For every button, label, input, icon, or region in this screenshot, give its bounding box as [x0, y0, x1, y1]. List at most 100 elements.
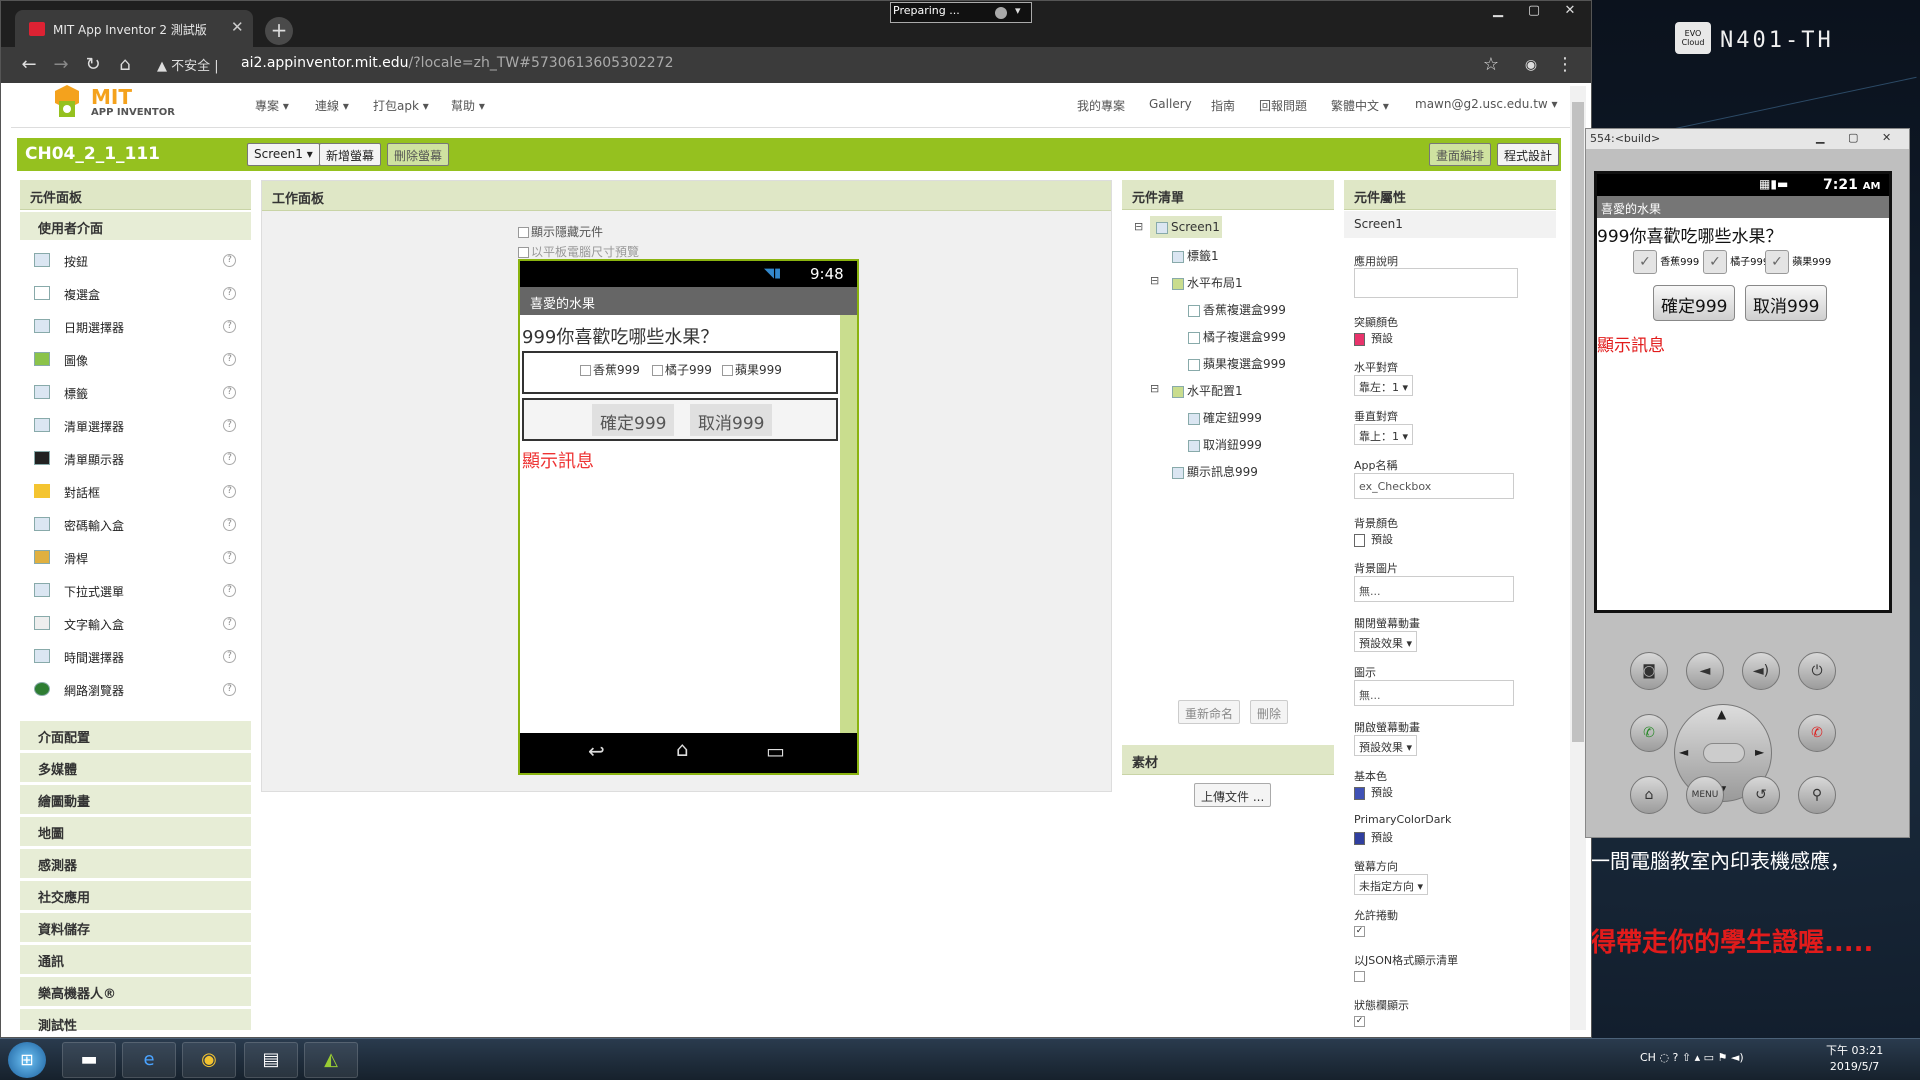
- palette-item-spinner[interactable]: 下拉式選單?: [20, 574, 251, 607]
- page-scrollbar[interactable]: [1570, 86, 1586, 1030]
- ok-button[interactable]: 確定999: [592, 404, 675, 436]
- tree-node-horizontal1[interactable]: 水平布局1: [1172, 274, 1243, 291]
- palette-item-notifier[interactable]: 對話框?: [20, 475, 251, 508]
- tree-node-orange-checkbox[interactable]: 橘子複選盒999: [1188, 328, 1286, 345]
- help-icon[interactable]: ?: [223, 452, 236, 465]
- tree-node-screen1[interactable]: Screen1: [1156, 220, 1220, 234]
- palette-category-social[interactable]: 社交應用: [20, 880, 251, 910]
- checkbox-box[interactable]: [518, 227, 529, 238]
- tree-node-message-label[interactable]: 顯示訊息999: [1172, 463, 1258, 480]
- back-key-icon[interactable]: ↺: [1742, 776, 1780, 814]
- dropdown-arrow-icon[interactable]: ▾: [1015, 4, 1021, 17]
- menu-connect[interactable]: 連線 ▾: [315, 97, 349, 114]
- bookmark-star-icon[interactable]: ☆: [1479, 53, 1503, 77]
- address-bar[interactable]: ai2.appinventor.mit.edu/?locale=zh_TW#57…: [241, 55, 674, 71]
- screen-select-dropdown[interactable]: Screen1 ▾: [247, 143, 320, 166]
- bgcolor-picker[interactable]: 預設: [1354, 531, 1393, 547]
- palette-category-lego[interactable]: 樂高機器人®: [20, 976, 251, 1006]
- tree-node-cancel-button[interactable]: 取消鈕999: [1188, 436, 1262, 453]
- palette-item-slider[interactable]: 滑桿?: [20, 541, 251, 574]
- show-hidden-checkbox[interactable]: 顯示隱藏元件: [518, 223, 603, 240]
- browser-tab[interactable]: MIT App Inventor 2 測試版 ✕: [15, 10, 253, 47]
- new-tab-button[interactable]: +: [265, 17, 293, 45]
- menu-report-issue[interactable]: 回報問題: [1259, 97, 1307, 114]
- check-icon[interactable]: ✓: [1633, 250, 1657, 274]
- palette-item-textbox[interactable]: 文字輸入盒?: [20, 607, 251, 640]
- tree-node-apple-checkbox[interactable]: 蘋果複選盒999: [1188, 355, 1286, 372]
- scrollable-checkbox[interactable]: ✓: [1354, 926, 1365, 937]
- add-screen-button[interactable]: 新增螢幕: [319, 143, 382, 166]
- maximize-window-icon[interactable]: ▢: [1517, 1, 1551, 21]
- emulator-ok-button[interactable]: 確定999: [1653, 285, 1736, 321]
- palette-item-label[interactable]: 標籤?: [20, 376, 251, 409]
- close-window-icon[interactable]: ✕: [1553, 1, 1587, 21]
- help-icon[interactable]: ?: [223, 287, 236, 300]
- valign-dropdown[interactable]: 靠上：1 ▾: [1354, 424, 1414, 445]
- home-key-icon[interactable]: ⌂: [1630, 776, 1668, 814]
- tablet-preview-checkbox[interactable]: 以平板電腦尺寸預覽: [518, 243, 639, 260]
- menu-account[interactable]: mawn@g2.usc.edu.tw ▾: [1415, 97, 1558, 111]
- palette-category-drawing[interactable]: 繪圖動畫: [20, 784, 251, 814]
- checkbox-box[interactable]: [722, 365, 733, 376]
- help-icon[interactable]: ?: [223, 353, 236, 366]
- browser-menu-icon[interactable]: ⋮: [1553, 53, 1577, 77]
- end-call-key-icon[interactable]: ✆: [1798, 714, 1836, 752]
- menu-gallery[interactable]: Gallery: [1149, 97, 1192, 111]
- apple-checkbox[interactable]: 蘋果999: [722, 361, 782, 378]
- input-language-indicator[interactable]: CH: [1640, 1051, 1656, 1064]
- close-anim-dropdown[interactable]: 預設效果 ▾: [1354, 631, 1418, 652]
- palette-item-image[interactable]: 圖像?: [20, 343, 251, 376]
- halign-dropdown[interactable]: 靠左：1 ▾: [1354, 375, 1414, 396]
- emulator-orange-checkbox[interactable]: ✓ 橘子999: [1703, 250, 1769, 274]
- about-screen-textarea[interactable]: [1354, 268, 1518, 298]
- system-tray[interactable]: CH ◌ ? ⇧ ▴ ▭ ⚑ ◄): [1640, 1051, 1744, 1064]
- rename-button[interactable]: 重新命名: [1178, 700, 1241, 724]
- delete-button[interactable]: 刪除: [1250, 700, 1289, 724]
- preparing-widget[interactable]: Preparing ... ▾: [890, 2, 1032, 23]
- palette-category-storage[interactable]: 資料儲存: [20, 912, 251, 942]
- menu-key[interactable]: MENU: [1686, 776, 1724, 814]
- palette-section-user-interface[interactable]: 使用者介面: [20, 212, 251, 240]
- dpad-left-icon[interactable]: ◄: [1679, 745, 1688, 759]
- evo-cloud-icon[interactable]: EVO Cloud: [1675, 22, 1711, 54]
- taskbar-clock[interactable]: 下午 03:21 2019/5/7: [1826, 1043, 1883, 1075]
- appname-input[interactable]: ex_Checkbox: [1354, 473, 1514, 499]
- chrome-icon[interactable]: ◉: [182, 1042, 236, 1078]
- tree-node-label1[interactable]: 標籤1: [1172, 247, 1219, 264]
- bgimage-input[interactable]: 無...: [1354, 576, 1514, 602]
- help-icon[interactable]: ?: [223, 584, 236, 597]
- check-icon[interactable]: ✓: [1703, 250, 1727, 274]
- menu-projects[interactable]: 專案 ▾: [255, 97, 289, 114]
- checkbox-box[interactable]: [580, 365, 591, 376]
- help-icon[interactable]: ?: [223, 683, 236, 696]
- phone-title-bar[interactable]: 喜愛的水果: [520, 287, 857, 315]
- blocks-button[interactable]: 程式設計: [1497, 143, 1560, 166]
- emulator-banana-checkbox[interactable]: ✓ 香蕉999: [1633, 250, 1699, 274]
- tree-node-horizontal2[interactable]: 水平配置1: [1172, 382, 1243, 399]
- maximize-window-icon[interactable]: ▢: [1848, 131, 1858, 144]
- tree-node-ok-button[interactable]: 確定鈕999: [1188, 409, 1262, 426]
- checkbox-box[interactable]: [518, 247, 529, 258]
- icon-input[interactable]: 無...: [1354, 680, 1514, 706]
- start-button-icon[interactable]: ⊞: [8, 1042, 46, 1078]
- internet-explorer-icon[interactable]: e: [122, 1042, 176, 1078]
- dpad-right-icon[interactable]: ►: [1755, 745, 1764, 759]
- palette-category-connectivity[interactable]: 通訊: [20, 944, 251, 974]
- close-window-icon[interactable]: ✕: [1882, 131, 1891, 144]
- help-icon[interactable]: ?: [223, 419, 236, 432]
- disk-utility-icon[interactable]: ▤: [244, 1042, 298, 1078]
- help-icon[interactable]: ?: [223, 518, 236, 531]
- orange-checkbox[interactable]: 橘子999: [652, 361, 712, 378]
- check-icon[interactable]: ✓: [1765, 250, 1789, 274]
- back-arrow-icon[interactable]: ←: [17, 53, 41, 77]
- search-key-icon[interactable]: ⚲: [1798, 776, 1836, 814]
- menu-guide[interactable]: 指南: [1211, 97, 1235, 114]
- checkbox-box[interactable]: [652, 365, 663, 376]
- help-icon[interactable]: ?: [223, 650, 236, 663]
- primary-color-picker[interactable]: 預設: [1354, 784, 1393, 800]
- orientation-dropdown[interactable]: 未指定方向 ▾: [1354, 874, 1429, 895]
- open-anim-dropdown[interactable]: 預設效果 ▾: [1354, 735, 1418, 756]
- palette-item-datepicker[interactable]: 日期選擇器?: [20, 310, 251, 343]
- help-icon[interactable]: ?: [223, 551, 236, 564]
- camera-key-icon[interactable]: ◙: [1630, 652, 1668, 690]
